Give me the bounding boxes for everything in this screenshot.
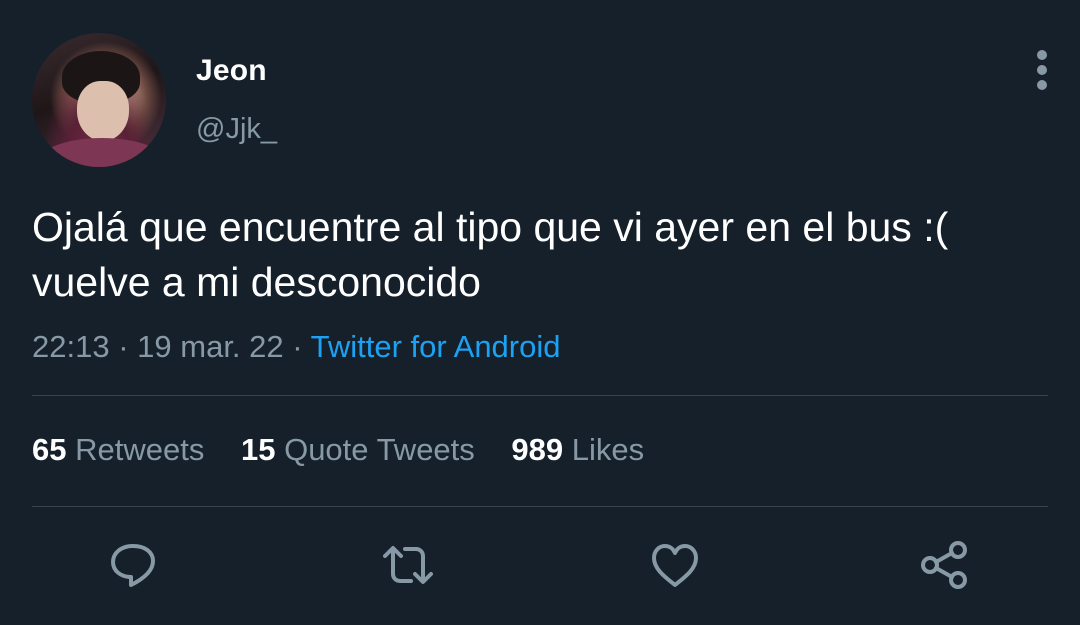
- retweet-button[interactable]: [383, 540, 433, 590]
- reply-icon: [111, 544, 155, 587]
- meta-separator: ·: [292, 329, 303, 364]
- reply-button[interactable]: [108, 540, 158, 590]
- more-options-icon[interactable]: [1028, 50, 1056, 90]
- tweet-time[interactable]: 22:13: [32, 329, 110, 364]
- meta-separator: ·: [118, 329, 129, 364]
- quote-tweets-count: 15: [240, 432, 276, 467]
- tweet-text: Ojalá que encuentre al tipo que vi ayer …: [32, 204, 949, 305]
- tweet-meta: 22:13 · 19 mar. 22 · Twitter for Android: [32, 329, 561, 365]
- tweet-date[interactable]: 19 mar. 22: [137, 329, 283, 364]
- share-icon: [921, 541, 967, 589]
- divider: [32, 506, 1048, 507]
- share-button[interactable]: [920, 540, 970, 590]
- like-icon: [652, 544, 698, 587]
- likes-stat[interactable]: 989 Likes: [511, 432, 644, 468]
- retweets-stat[interactable]: 65 Retweets: [32, 432, 204, 468]
- likes-label: Likes: [571, 432, 645, 467]
- author-handle[interactable]: @Jjk_: [196, 113, 277, 146]
- like-button[interactable]: [650, 540, 700, 590]
- retweets-label: Retweets: [75, 432, 205, 467]
- tweet-detail: Jeon @Jjk_ Ojalá que encuentre al tipo q…: [0, 0, 1080, 625]
- engagement-stats: 65 Retweets 15 Quote Tweets 989 Likes: [32, 432, 672, 468]
- divider: [32, 395, 1048, 396]
- avatar[interactable]: [32, 33, 166, 167]
- quote-tweets-stat[interactable]: 15 Quote Tweets: [241, 432, 475, 468]
- likes-count: 989: [511, 432, 564, 467]
- avatar-face: [77, 81, 129, 141]
- retweets-count: 65: [32, 432, 67, 467]
- retweet-icon: [383, 546, 433, 584]
- tweet-source-link[interactable]: Twitter for Android: [311, 329, 561, 364]
- author-display-name[interactable]: Jeon: [196, 54, 267, 88]
- quote-tweets-label: Quote Tweets: [284, 432, 475, 467]
- avatar-shirt: [37, 138, 166, 167]
